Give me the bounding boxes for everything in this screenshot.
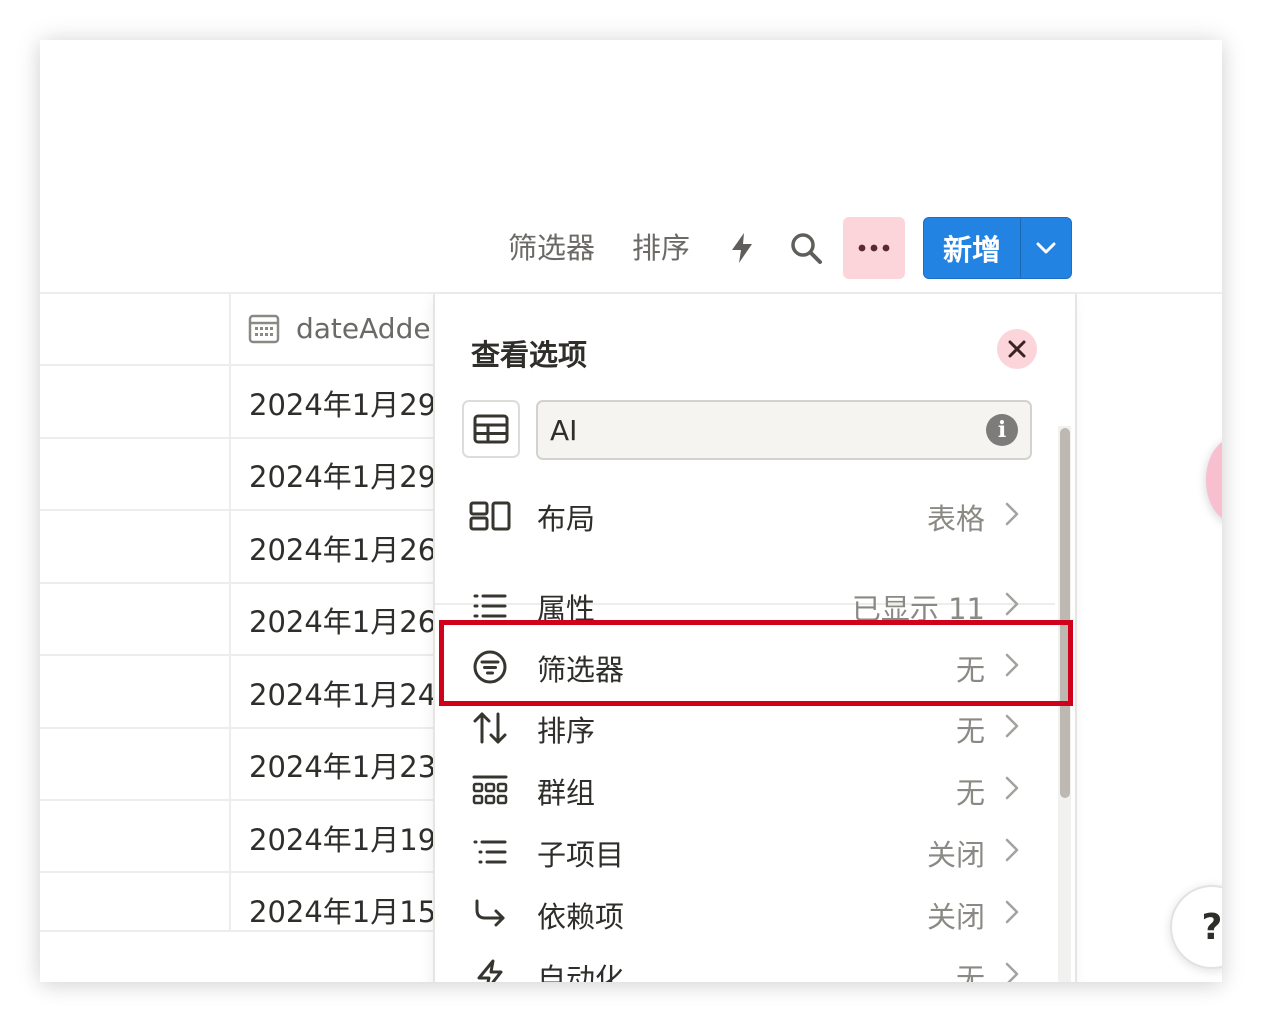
option-sub-items[interactable]: 子项目 关闭 [435,824,1055,880]
table-cell[interactable]: 2024年1月26 [249,599,436,641]
option-value: 关闭 [926,900,985,934]
table-cell[interactable]: 2024年1月29 [249,454,436,496]
scrollbar-thumb[interactable] [1060,428,1070,798]
chevron-right-icon [1005,592,1019,616]
close-button[interactable] [997,329,1037,369]
help-button[interactable]: ? [1170,885,1222,969]
app-window: 筛选器 排序 新增 dateAdde 2024年1月29 2024年1月29 2… [40,40,1222,982]
option-label: 自动化 [537,962,625,982]
lightning-icon [732,233,752,263]
option-value: 无 [955,714,985,748]
close-icon [1008,340,1026,358]
option-label: 排序 [537,714,596,748]
table-cell[interactable]: 2024年1月15 [249,889,436,931]
option-value: 关闭 [926,838,985,872]
option-value: 无 [955,653,985,687]
table-cell[interactable]: 2024年1月24 [249,672,436,714]
table-cell[interactable]: 2024年1月29 [249,382,436,424]
column-divider [229,292,231,932]
option-layout[interactable]: 布局 表格 [435,488,1055,544]
group-icon [472,775,508,805]
new-dropdown-button[interactable] [1021,218,1071,278]
sub-items-icon [473,840,507,864]
table-cell[interactable]: 2024年1月19 [249,817,436,859]
option-label: 子项目 [537,838,625,872]
row-divider [40,871,433,873]
chevron-down-icon [1036,242,1056,254]
table-cell[interactable]: 2024年1月23 [249,744,436,786]
row-divider [40,727,433,729]
row-divider [40,437,433,439]
chevron-right-icon [1005,838,1019,862]
sort-icon [473,712,507,744]
option-value: 无 [955,962,985,982]
more-options-button[interactable] [843,217,905,279]
properties-icon [473,594,507,618]
option-label: 布局 [537,502,596,536]
chevron-right-icon [1005,502,1019,526]
view-icon-button[interactable] [462,400,520,458]
option-value: 表格 [926,502,985,536]
side-widget[interactable] [1206,438,1222,522]
sort-button[interactable]: 排序 [632,225,690,267]
option-properties[interactable]: 属性 已显示 11 [435,578,1055,634]
option-value: 已显示 11 [851,592,985,626]
chevron-right-icon [1005,653,1019,677]
option-filter[interactable]: 筛选器 无 [435,639,1055,695]
table-icon [473,414,509,444]
option-label: 群组 [537,776,596,810]
info-icon[interactable]: i [986,414,1018,446]
column-header-dateadded[interactable]: dateAdde [248,312,431,345]
option-label: 属性 [537,592,596,626]
table-cell[interactable]: 2024年1月26 [249,527,436,569]
row-divider [40,364,433,366]
new-button[interactable]: 新增 [924,227,1020,269]
option-label: 筛选器 [537,653,625,687]
dependencies-icon [475,899,505,927]
option-automation[interactable]: 自动化 无 [435,948,1055,982]
new-button-group: 新增 [923,217,1072,279]
option-dependencies[interactable]: 依赖项 关闭 [435,886,1055,942]
view-options-panel: 查看选项 i 布局 表格 属性 已显示 11 筛选器 无 [433,294,1077,982]
row-divider [40,654,433,656]
row-divider [40,509,433,511]
search-icon [791,233,822,264]
option-sort[interactable]: 排序 无 [435,700,1055,756]
panel-title: 查看选项 [471,338,588,372]
layout-icon [469,501,511,531]
search-button[interactable] [786,228,826,268]
more-icon [858,244,890,252]
row-divider [40,799,433,801]
option-group[interactable]: 群组 无 [435,762,1055,818]
chevron-right-icon [1005,962,1019,982]
view-name-input[interactable] [536,400,1032,460]
option-value: 无 [955,776,985,810]
row-divider [40,582,433,584]
chevron-right-icon [1005,776,1019,800]
chevron-right-icon [1005,714,1019,738]
option-label: 依赖项 [537,900,625,934]
filter-button[interactable]: 筛选器 [508,225,595,267]
column-header-label: dateAdde [296,312,431,345]
calendar-icon [248,314,280,343]
automation-button[interactable] [724,228,760,268]
filter-icon [473,650,507,684]
chevron-right-icon [1005,900,1019,924]
automation-icon [477,959,503,982]
